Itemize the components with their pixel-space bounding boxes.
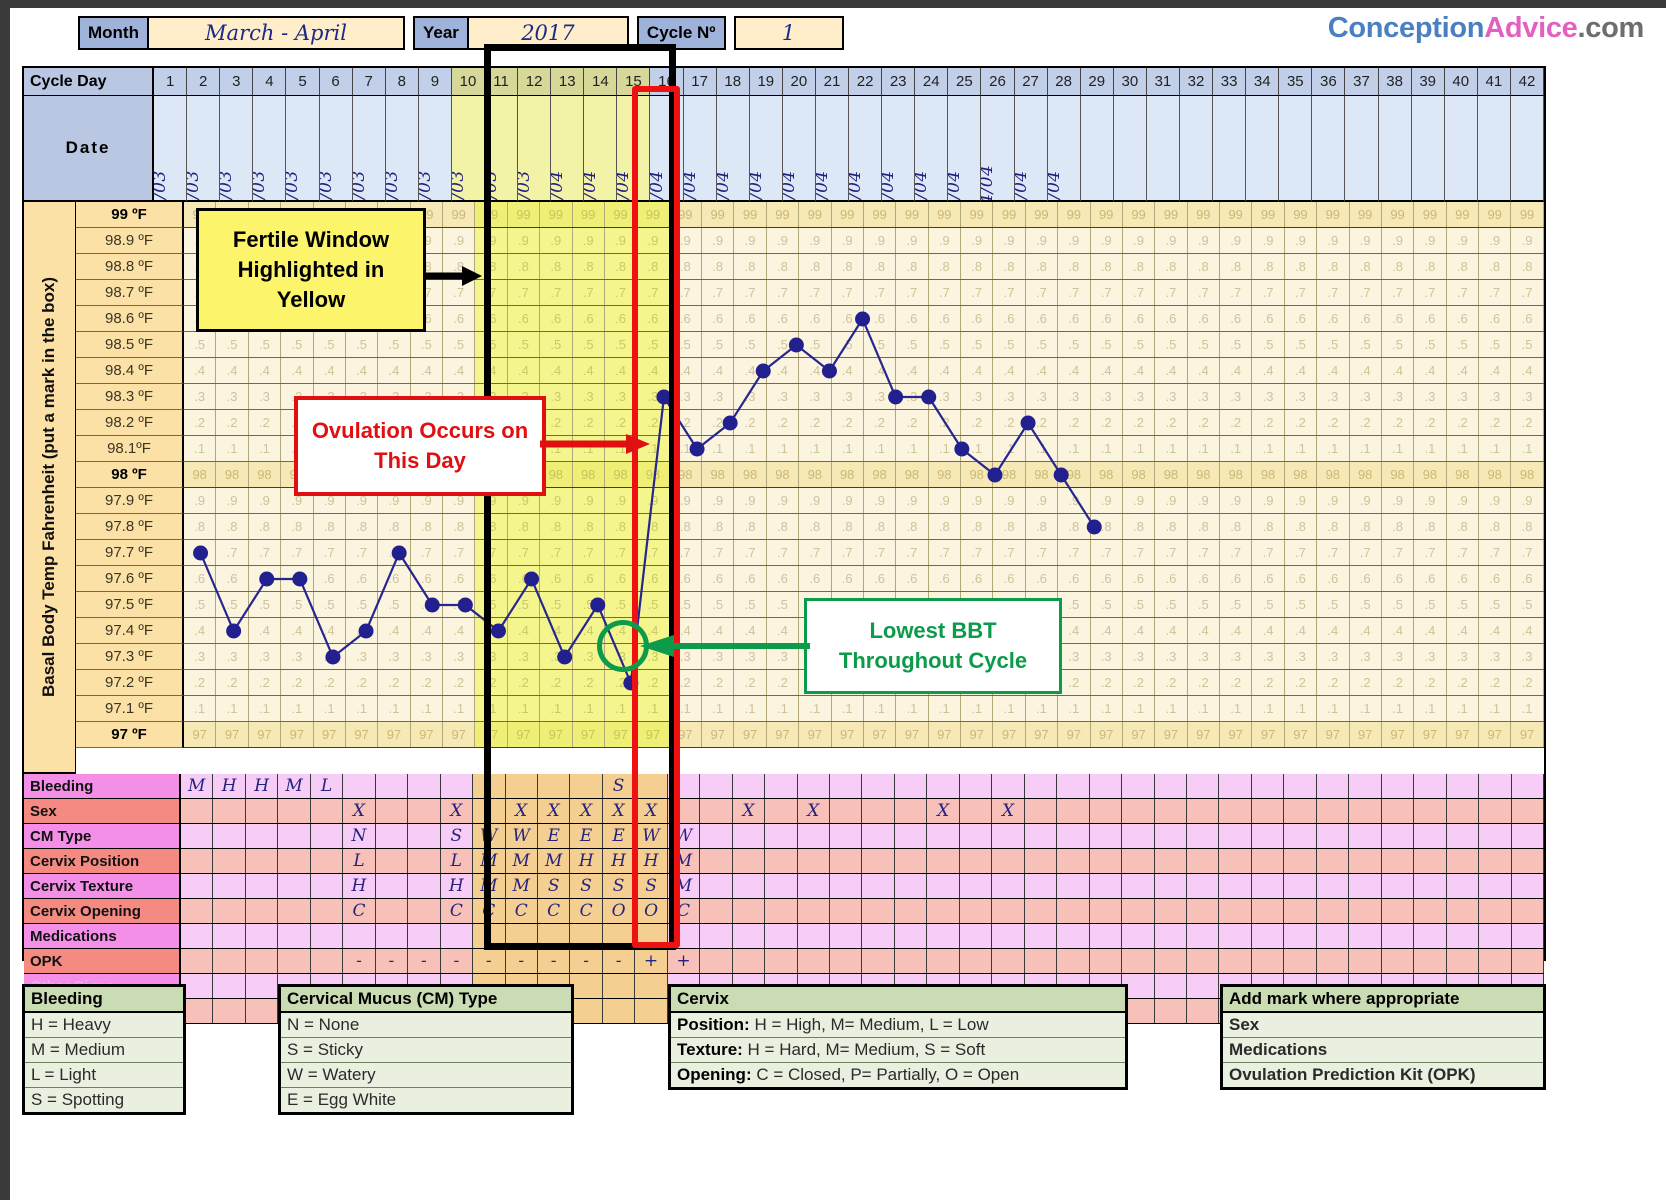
bbt-data-point[interactable] <box>821 363 837 379</box>
legend-bleeding-row: S = Spotting <box>31 1090 125 1109</box>
legend-cm-row: S = Sticky <box>281 1038 571 1063</box>
legend-add-mark: Add mark where appropriate Sex Medication… <box>1220 984 1546 1090</box>
bbt-data-point[interactable] <box>1020 415 1036 431</box>
legend-cervix-row: Texture: H = Hard, M= Medium, S = Soft <box>671 1038 1125 1063</box>
lowest-bbt-circle-marker <box>597 620 649 672</box>
legend-mark-row: Ovulation Prediction Kit (OPK) <box>1229 1065 1476 1084</box>
legend-cervix-row-text: C = Closed, P= Partially, O = Open <box>756 1065 1020 1084</box>
bbt-data-point[interactable] <box>391 545 407 561</box>
bbt-data-point[interactable] <box>1053 467 1069 483</box>
legend-cm-row: N = None <box>281 1013 571 1038</box>
bbt-data-point[interactable] <box>855 311 871 327</box>
bbt-data-point[interactable] <box>954 441 970 457</box>
legend-mark-rows: Sex Medications Ovulation Prediction Kit (… <box>1223 1013 1543 1087</box>
legend-cervix: Cervix Position: H = High, M= Medium, L … <box>668 984 1128 1090</box>
legend-cm-rows: N = None S = Sticky W = Watery E = Egg Whit… <box>281 1013 571 1112</box>
legend-cervix-row-name: Position: <box>677 1015 755 1034</box>
legend-cervix-row-text: H = Hard, M= Medium, S = Soft <box>747 1040 986 1059</box>
bbt-data-point[interactable] <box>1086 519 1102 535</box>
legend-bleeding-rows: H = Heavy M = Medium L = Light S = Spotting <box>25 1013 183 1112</box>
bbt-data-point[interactable] <box>457 597 473 613</box>
bbt-data-point[interactable] <box>424 597 440 613</box>
legend-bleeding-row: M = Medium <box>25 1038 183 1063</box>
legend-cm-title: Cervical Mucus (CM) Type <box>281 987 571 1013</box>
legend-cm-type: Cervical Mucus (CM) Type N = None S = Sti… <box>278 984 574 1115</box>
ovulation-day-red-outline <box>632 86 680 948</box>
legend-bleeding-row: H = Heavy <box>25 1013 183 1038</box>
legend-bleeding-row: L = Light <box>25 1063 183 1088</box>
legend-bleeding: Bleeding H = Heavy M = Medium L = Light S =… <box>22 984 186 1115</box>
legend-cm-row: E = Egg White <box>287 1090 397 1109</box>
bbt-data-point[interactable] <box>888 389 904 405</box>
legend-mark-row: Medications <box>1223 1038 1543 1063</box>
bbt-data-point[interactable] <box>259 571 275 587</box>
bbt-data-point[interactable] <box>193 545 209 561</box>
legend-mark-row: Sex <box>1223 1013 1543 1038</box>
bbt-data-point[interactable] <box>292 571 308 587</box>
bbt-data-point[interactable] <box>689 441 705 457</box>
callout-fertile-window: Fertile Window Highlighted in Yellow <box>196 208 426 332</box>
legend-cm-row: W = Watery <box>281 1063 571 1088</box>
bbt-data-point[interactable] <box>987 467 1003 483</box>
callout-lowest-bbt: Lowest BBT Throughout Cycle <box>804 598 1062 694</box>
legend-cervix-title: Cervix <box>671 987 1125 1013</box>
legend-cervix-row-text: H = High, M= Medium, L = Low <box>754 1015 989 1034</box>
callout-ovulation-day: Ovulation Occurs on This Day <box>294 396 546 496</box>
legend-cervix-row-name: Texture: <box>677 1040 748 1059</box>
legend-cervix-row: Position: H = High, M= Medium, L = Low <box>671 1013 1125 1038</box>
bbt-data-point[interactable] <box>226 623 242 639</box>
bbt-data-point[interactable] <box>358 623 374 639</box>
bbt-chart-page: Month March - April Year 2017 Cycle Nº 1… <box>0 0 1666 1200</box>
bbt-data-point[interactable] <box>921 389 937 405</box>
legend-cervix-row: Opening: C = Closed, P= Partially, O = O… <box>671 1063 1125 1087</box>
legend-cervix-row-name: Opening: <box>677 1065 757 1084</box>
bbt-data-point[interactable] <box>722 415 738 431</box>
legend-cervix-rows: Position: H = High, M= Medium, L = Low Te… <box>671 1013 1125 1087</box>
legend-bleeding-title: Bleeding <box>25 987 183 1013</box>
bbt-data-point[interactable] <box>325 649 341 665</box>
bbt-data-point[interactable] <box>755 363 771 379</box>
bbt-data-point[interactable] <box>788 337 804 353</box>
legend-mark-title: Add mark where appropriate <box>1223 987 1543 1013</box>
